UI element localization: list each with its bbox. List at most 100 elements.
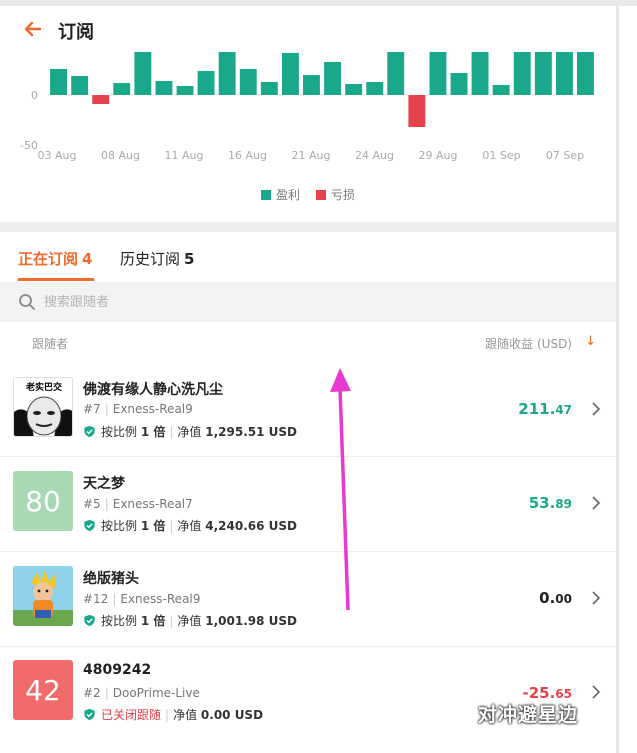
ratio-value: 1 倍 (140, 425, 166, 439)
follower-settings: 已关闭跟随 | 净值 0.00 USD (83, 706, 263, 723)
equity-label: 净值 (177, 425, 202, 439)
equity-value: 4,240.66 USD (205, 518, 298, 533)
chart-bar[interactable] (71, 76, 89, 95)
column-profit: 跟随收益 (USD) (485, 337, 572, 351)
chart-bar[interactable] (260, 82, 278, 95)
chart-bar[interactable] (197, 71, 215, 95)
column-follower: 跟随者 (32, 337, 69, 351)
follower-name: 天之梦 (83, 476, 125, 492)
profit-chart-svg: 0 -5003 Aug 08 Aug 11 Aug 16 Aug 21 Aug 24 Aug… (20, 52, 594, 162)
chevron-right-icon[interactable] (590, 402, 602, 416)
profit-decimal: 47 (555, 403, 572, 417)
tab-active-label: 正在订阅 (18, 250, 79, 268)
follower-server: DooPrime-Live (112, 686, 200, 700)
profit-integer: 211. (518, 400, 556, 418)
avatar: 老实巴交 (13, 377, 73, 437)
chart-bar[interactable] (92, 95, 110, 104)
follower-server: Exness-Real9 (120, 592, 201, 606)
chart-bar[interactable] (450, 73, 468, 95)
follower-row[interactable]: 绝版猪头 #12 | Exness-Real9 按比例 1 倍 | 净值 1,001.9… (0, 552, 616, 647)
follower-profit: 53.89 (529, 494, 572, 512)
avatar: 80 (13, 471, 73, 531)
chart-bar[interactable] (303, 75, 320, 95)
x-tick-label: 07 Sep (546, 149, 584, 162)
avatar-number: 42 (25, 673, 61, 707)
chart-bar[interactable] (429, 52, 447, 95)
follower-profit: 211.47 (518, 400, 572, 418)
y-tick-label: -50 (20, 139, 38, 152)
sort-arrow-icon[interactable]: ↓ (585, 334, 596, 349)
follower-profit: 0.00 (539, 589, 572, 607)
chart-bar[interactable] (492, 85, 510, 95)
profit-integer: 0. (539, 589, 556, 607)
chart-bar[interactable] (556, 52, 573, 95)
follower-row[interactable]: 42 4809242 #2 | DooPrime-Live 已关闭跟随 | 净值 0.0… (0, 647, 616, 742)
header: 订阅 (0, 6, 616, 52)
legend-loss[interactable]: 亏损 (316, 186, 355, 203)
page: 订阅 0 -50 03 Aug 08 Aug 11 Aug 16 Aug 21 Aug 24 … (0, 0, 637, 753)
legend-profit-label: 盈利 (275, 188, 300, 202)
chart-bar[interactable] (387, 52, 405, 95)
chart-bar[interactable] (366, 82, 384, 95)
ratio-value: 1 倍 (140, 614, 166, 628)
legend-loss-swatch (316, 189, 326, 200)
follower-row[interactable]: 80 天之梦 #5 | Exness-Real7 按比例 1 倍 | 净值 4,240.… (0, 457, 616, 552)
shield-check-icon (84, 614, 95, 627)
search-input[interactable] (44, 290, 584, 314)
chart-bar[interactable] (345, 84, 363, 95)
equity-value: 0.00 USD (200, 707, 264, 722)
equity-label: 净值 (177, 519, 202, 533)
chart-bar[interactable] (282, 53, 299, 95)
legend-profit[interactable]: 盈利 (260, 186, 300, 203)
profit-decimal: 00 (555, 592, 572, 606)
back-arrow-icon[interactable] (22, 18, 44, 40)
chart-bar[interactable] (513, 52, 531, 95)
chart-bar[interactable] (50, 69, 67, 95)
tab-history-label: 历史订阅 (120, 250, 181, 268)
chevron-right-icon[interactable] (590, 591, 602, 605)
cartoon-avatar-image (13, 566, 73, 626)
chart-bar[interactable] (155, 81, 173, 95)
follower-row[interactable]: 老实巴交 佛渡有缘人静心洗凡尘 #7 | Exness-Real9 按比例 1 倍 |… (0, 362, 616, 457)
tab-history-subscriptions[interactable]: 历史订阅 5 (120, 248, 194, 269)
tab-active-subscriptions[interactable]: 正在订阅 4 (18, 248, 92, 269)
chart-bar[interactable] (534, 52, 552, 95)
avatar (13, 566, 73, 626)
follower-account: #5 | Exness-Real7 (83, 497, 193, 511)
chart-bar[interactable] (239, 69, 257, 95)
chart-bar[interactable] (176, 86, 194, 95)
chart-bar[interactable] (408, 95, 426, 127)
chart-bar[interactable] (324, 62, 341, 95)
follower-rank: #12 (83, 592, 109, 606)
chart-bar[interactable] (134, 52, 152, 95)
legend-loss-label: 亏损 (331, 188, 356, 202)
follower-rank: #7 (83, 402, 101, 416)
follower-name: 绝版猪头 (83, 571, 139, 587)
equity-value: 1,295.51 USD (205, 424, 298, 439)
chart-bar[interactable] (577, 52, 594, 95)
follower-settings: 按比例 1 倍 | 净值 4,240.66 USD (83, 517, 297, 534)
equity-value: 1,001.98 USD (205, 613, 298, 628)
equity-label: 净值 (173, 708, 198, 722)
search-bar (0, 282, 616, 322)
chart-bar[interactable] (113, 83, 131, 95)
follower-rank: #5 (83, 497, 101, 511)
x-tick-label: 16 Aug (228, 149, 267, 162)
follower-name: 佛渡有缘人静心洗凡尘 (83, 382, 223, 398)
shield-check-icon (84, 425, 95, 438)
ratio-value: 1 倍 (140, 519, 166, 533)
profit-integer: 53. (528, 494, 556, 512)
subscription-tabs: 正在订阅 4 历史订阅 5 (0, 232, 616, 282)
chart-bar[interactable] (218, 52, 236, 95)
chart-bar[interactable] (471, 52, 489, 95)
chevron-right-icon[interactable] (590, 496, 602, 510)
follower-account: #12 | Exness-Real9 (83, 592, 201, 606)
x-tick-label: 11 Aug (165, 149, 204, 162)
chevron-right-icon[interactable] (590, 685, 602, 699)
ratio-label: 按比例 (101, 614, 138, 628)
x-tick-label: 21 Aug (292, 149, 331, 162)
scrollbar[interactable] (616, 6, 619, 753)
watermark: 对冲避星边 (478, 700, 578, 727)
follower-server: Exness-Real9 (112, 402, 193, 416)
tab-active-count: 4 (82, 250, 93, 268)
